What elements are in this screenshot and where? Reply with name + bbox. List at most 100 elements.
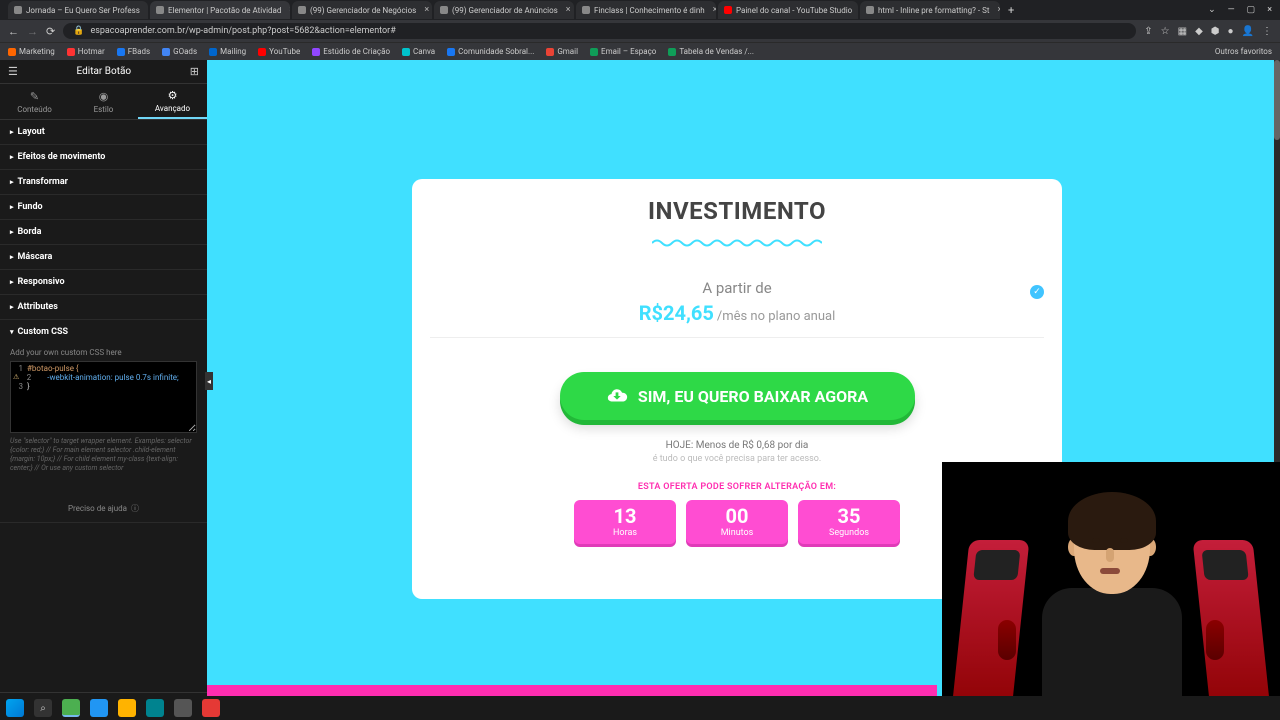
- browser-tab[interactable]: html - Inline pre formatting? - St×: [860, 1, 1000, 19]
- section-border[interactable]: Borda: [0, 220, 207, 244]
- bookmark-item[interactable]: YouTube: [258, 47, 300, 56]
- elementor-canvas[interactable]: INVESTIMENTO ✓ A partir de R$24,65/mês n…: [207, 60, 1280, 720]
- close-icon[interactable]: ×: [1267, 5, 1272, 15]
- elementor-sidebar: ☰ Editar Botão ⊞ ✎Conteúdo ◉Estilo ⚙Avan…: [0, 60, 207, 720]
- new-tab-button[interactable]: +: [1002, 4, 1020, 17]
- favicon: [724, 6, 732, 14]
- bookmark-item[interactable]: Hotmar: [67, 47, 105, 56]
- custom-css-editor[interactable]: 1#botao-pulse { ⚠2-webkit-animation: pul…: [10, 361, 197, 433]
- favicon: [298, 6, 306, 14]
- tab-label: Painel do canal - YouTube Studio: [736, 6, 852, 15]
- taskbar-app[interactable]: [118, 699, 136, 717]
- droplet-icon: ◉: [99, 90, 109, 103]
- bookmark-item[interactable]: GOads: [162, 47, 197, 56]
- tab-advanced[interactable]: ⚙Avançado: [138, 84, 207, 119]
- tab-content[interactable]: ✎Conteúdo: [0, 84, 69, 119]
- css-hint-label: Add your own custom CSS here: [10, 348, 197, 357]
- close-icon[interactable]: ×: [994, 5, 1001, 15]
- section-custom-css[interactable]: Custom CSS: [0, 320, 207, 344]
- today-price-label: HOJE: Menos de R$ 0,68 por dia: [412, 440, 1062, 451]
- profile-icon[interactable]: 👤: [1242, 26, 1254, 37]
- extension-icon[interactable]: ▦: [1178, 26, 1187, 37]
- help-icon: ⓘ: [131, 503, 139, 514]
- close-icon[interactable]: ×: [856, 5, 858, 15]
- close-icon[interactable]: ×: [420, 5, 429, 15]
- widgets-icon[interactable]: ⊞: [190, 65, 199, 78]
- favicon: [582, 6, 590, 14]
- address-bar-row: ← → ⟳ 🔒espacoaprender.com.br/wp-admin/po…: [0, 20, 1280, 42]
- minimize-icon[interactable]: —: [1228, 5, 1235, 15]
- star-icon[interactable]: ☆: [1161, 26, 1170, 37]
- section-background[interactable]: Fundo: [0, 195, 207, 219]
- taskbar-app[interactable]: [174, 699, 192, 717]
- sidebar-tabs: ✎Conteúdo ◉Estilo ⚙Avançado: [0, 84, 207, 120]
- price-value: R$24,65: [639, 301, 714, 325]
- forward-icon[interactable]: →: [27, 25, 38, 38]
- url-input[interactable]: 🔒espacoaprender.com.br/wp-admin/post.php…: [63, 23, 1136, 39]
- search-icon[interactable]: ⌕: [34, 699, 52, 717]
- lock-icon: 🔒: [73, 26, 84, 36]
- bookmark-item[interactable]: Tabela de Vendas /...: [668, 47, 754, 56]
- share-icon[interactable]: ⇪: [1144, 26, 1152, 37]
- bookmark-item[interactable]: Marketing: [8, 47, 55, 56]
- menu-icon[interactable]: ⋮: [1262, 26, 1272, 37]
- bookmark-item[interactable]: Email – Espaço: [590, 47, 656, 56]
- tab-label: Finclass | Conhecimento é dinh: [594, 6, 705, 15]
- start-button[interactable]: [6, 699, 24, 717]
- collapse-panel-handle[interactable]: ◂: [205, 372, 213, 390]
- bookmark-item[interactable]: Mailing: [209, 47, 246, 56]
- browser-tab[interactable]: Painel do canal - YouTube Studio ×: [718, 1, 858, 19]
- chevron-down-icon[interactable]: ⌄: [1208, 5, 1216, 15]
- cta-label: SIM, EU QUERO BAIXAR AGORA: [638, 387, 868, 406]
- extension-icon[interactable]: ●: [1228, 26, 1234, 37]
- close-icon[interactable]: ×: [562, 5, 571, 15]
- section-transform[interactable]: Transformar: [0, 170, 207, 194]
- favicon: [156, 6, 164, 14]
- check-badge-icon: ✓: [1030, 285, 1044, 299]
- other-bookmarks[interactable]: Outros favoritos: [1215, 47, 1272, 56]
- card-heading: INVESTIMENTO: [412, 197, 1062, 225]
- cta-button[interactable]: SIM, EU QUERO BAIXAR AGORA: [560, 372, 915, 420]
- section-layout[interactable]: Layout: [0, 120, 207, 144]
- tab-label: (99) Gerenciador de Negócios: [310, 6, 416, 15]
- pencil-icon: ✎: [30, 90, 39, 103]
- menu-icon[interactable]: ☰: [8, 65, 18, 78]
- maximize-icon[interactable]: ▢: [1247, 5, 1256, 15]
- taskbar-app[interactable]: [146, 699, 164, 717]
- bookmark-item[interactable]: Gmail: [546, 47, 578, 56]
- warning-icon: ⚠: [13, 373, 19, 382]
- browser-tab[interactable]: Jornada – Eu Quero Ser Profess×: [8, 1, 148, 19]
- timer-minutes: 00Minutos: [686, 500, 788, 544]
- section-attributes[interactable]: Attributes: [0, 295, 207, 319]
- bookmark-item[interactable]: Canva: [402, 47, 435, 56]
- bookmark-item[interactable]: Estúdio de Criação: [312, 47, 390, 56]
- bookmark-item[interactable]: FBads: [117, 47, 150, 56]
- section-responsive[interactable]: Responsivo: [0, 270, 207, 294]
- taskbar-app[interactable]: [90, 699, 108, 717]
- reload-icon[interactable]: ⟳: [46, 25, 55, 38]
- timer-seconds: 35Segundos: [798, 500, 900, 544]
- extension-icon[interactable]: ◆: [1195, 26, 1203, 37]
- scrollbar-thumb[interactable]: [1274, 60, 1280, 140]
- close-icon[interactable]: ×: [709, 5, 716, 15]
- favicon: [866, 6, 874, 14]
- close-icon[interactable]: ×: [285, 5, 290, 15]
- gear-icon: ⚙: [168, 89, 178, 102]
- extension-icon[interactable]: ⬢: [1211, 26, 1220, 37]
- section-mask[interactable]: Máscara: [0, 245, 207, 269]
- tab-style[interactable]: ◉Estilo: [69, 84, 138, 119]
- favicon: [14, 6, 22, 14]
- bookmarks-bar: Marketing Hotmar FBads GOads Mailing You…: [0, 42, 1280, 60]
- browser-tab[interactable]: (99) Gerenciador de Negócios ×: [292, 1, 432, 19]
- taskbar-app[interactable]: [62, 699, 80, 717]
- from-label: A partir de: [430, 279, 1044, 297]
- bookmark-item[interactable]: Comunidade Sobral...: [447, 47, 534, 56]
- browser-tab[interactable]: (99) Gerenciador de Anúncios×: [434, 1, 574, 19]
- need-help-link[interactable]: Preciso de ajudaⓘ: [10, 503, 197, 514]
- section-motion-effects[interactable]: Efeitos de movimento: [0, 145, 207, 169]
- taskbar-app[interactable]: [202, 699, 220, 717]
- close-icon[interactable]: ×: [144, 5, 148, 15]
- browser-tab[interactable]: Elementor | Pacotão de Atividad×: [150, 1, 290, 19]
- browser-tab[interactable]: Finclass | Conhecimento é dinh ×: [576, 1, 716, 19]
- back-icon[interactable]: ←: [8, 25, 19, 38]
